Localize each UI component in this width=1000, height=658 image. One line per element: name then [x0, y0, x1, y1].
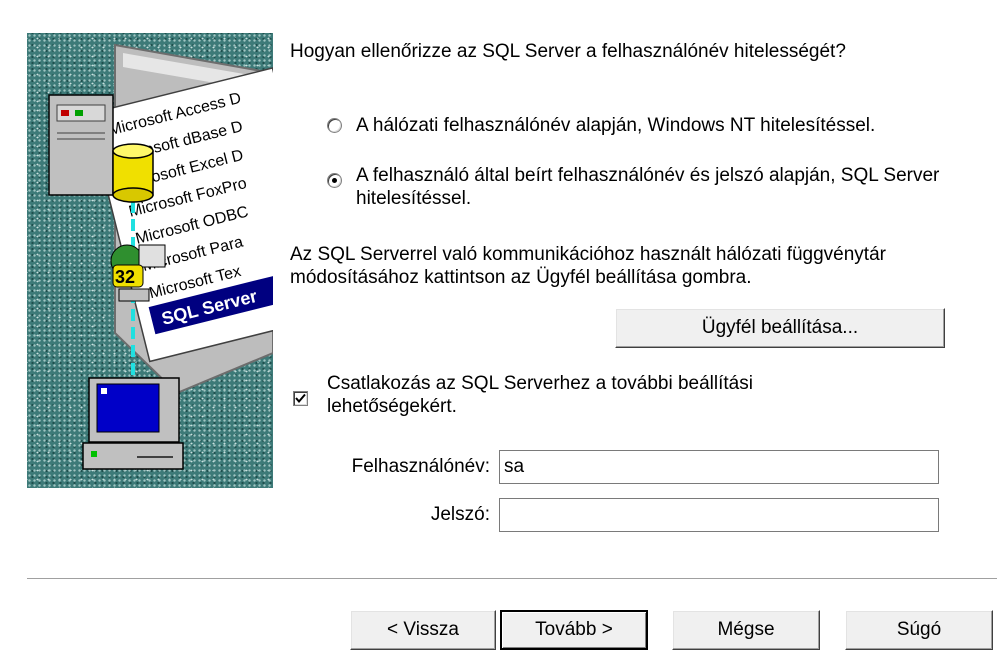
next-button[interactable]: Tovább > [500, 610, 648, 650]
radio-selected-dot [332, 178, 337, 183]
login-id-input[interactable] [499, 450, 939, 484]
dialog-divider [27, 578, 997, 580]
database-icon [112, 143, 154, 203]
login-id-label: Felhasználónév: [351, 456, 490, 477]
client-configuration-button[interactable]: Ügyfél beállítása... [615, 308, 945, 348]
client-computer-icon [82, 377, 184, 470]
cancel-button[interactable]: Mégse [672, 610, 820, 650]
password-label: Jelszó: [430, 504, 490, 525]
sql-auth-radio[interactable] [327, 173, 342, 188]
badge-text: 32 [115, 267, 135, 287]
windows-auth-radio[interactable] [327, 118, 342, 133]
server-icon [48, 94, 114, 196]
connect-checkbox-label[interactable]: Csatlakozás az SQL Serverhez a további b… [327, 372, 847, 418]
odbc-illustration: Microsoft Access D Microsoft dBase D Mic… [48, 43, 273, 470]
connect-checkbox[interactable] [293, 391, 308, 406]
checkmark-icon [295, 393, 306, 404]
network-library-info: Az SQL Serverrel való kommunikációhoz ha… [290, 244, 886, 288]
wizard-illustration: Microsoft Access D Microsoft dBase D Mic… [27, 33, 273, 488]
windows-auth-label[interactable]: A hálózati felhasználónév alapján, Windo… [356, 114, 875, 137]
back-button[interactable]: < Vissza [350, 610, 496, 650]
sql-auth-label[interactable]: A felhasználó által beírt felhasználónév… [356, 164, 956, 210]
help-button[interactable]: Súgó [845, 610, 993, 650]
password-input[interactable] [499, 498, 939, 532]
auth-question: Hogyan ellenőrizze az SQL Server a felha… [290, 41, 846, 62]
